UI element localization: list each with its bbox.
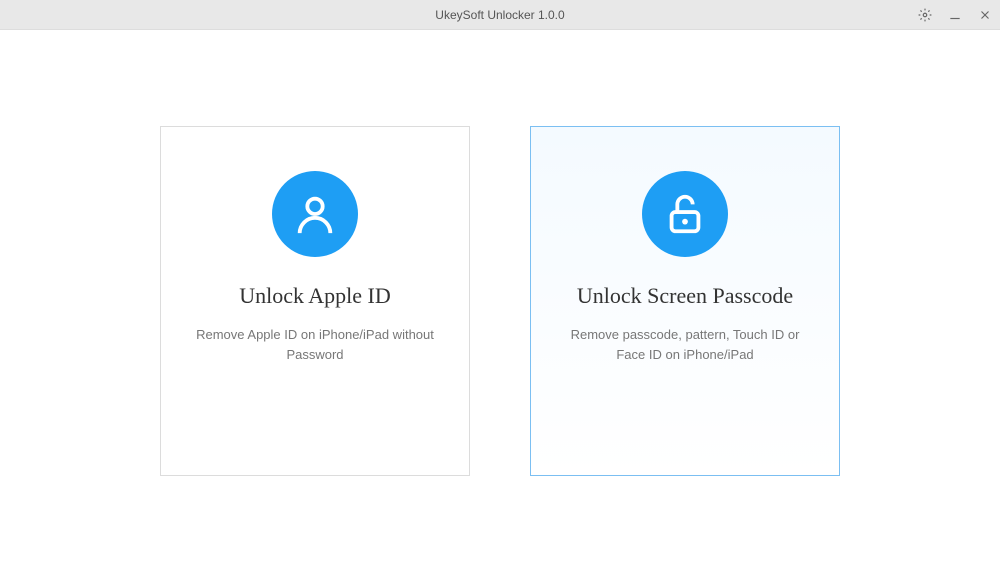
unlock-screen-passcode-card[interactable]: Unlock Screen Passcode Remove passcode, … — [530, 126, 840, 476]
screen-passcode-description: Remove passcode, pattern, Touch ID or Fa… — [531, 325, 839, 364]
unlock-apple-id-card[interactable]: Unlock Apple ID Remove Apple ID on iPhon… — [160, 126, 470, 476]
close-icon — [978, 8, 992, 22]
titlebar-controls — [918, 8, 992, 22]
minimize-button[interactable] — [948, 8, 962, 22]
screen-passcode-icon-circle — [642, 171, 728, 257]
apple-id-title: Unlock Apple ID — [239, 283, 391, 309]
minimize-icon — [948, 8, 962, 22]
close-button[interactable] — [978, 8, 992, 22]
settings-button[interactable] — [918, 8, 932, 22]
screen-passcode-title: Unlock Screen Passcode — [577, 283, 793, 309]
apple-id-icon-circle — [272, 171, 358, 257]
main-content: Unlock Apple ID Remove Apple ID on iPhon… — [0, 30, 1000, 572]
apple-id-description: Remove Apple ID on iPhone/iPad without P… — [161, 325, 469, 364]
user-icon — [292, 191, 338, 237]
app-title: UkeySoft Unlocker 1.0.0 — [435, 8, 564, 22]
unlock-icon — [662, 191, 708, 237]
titlebar: UkeySoft Unlocker 1.0.0 — [0, 0, 1000, 30]
gear-icon — [918, 8, 932, 22]
